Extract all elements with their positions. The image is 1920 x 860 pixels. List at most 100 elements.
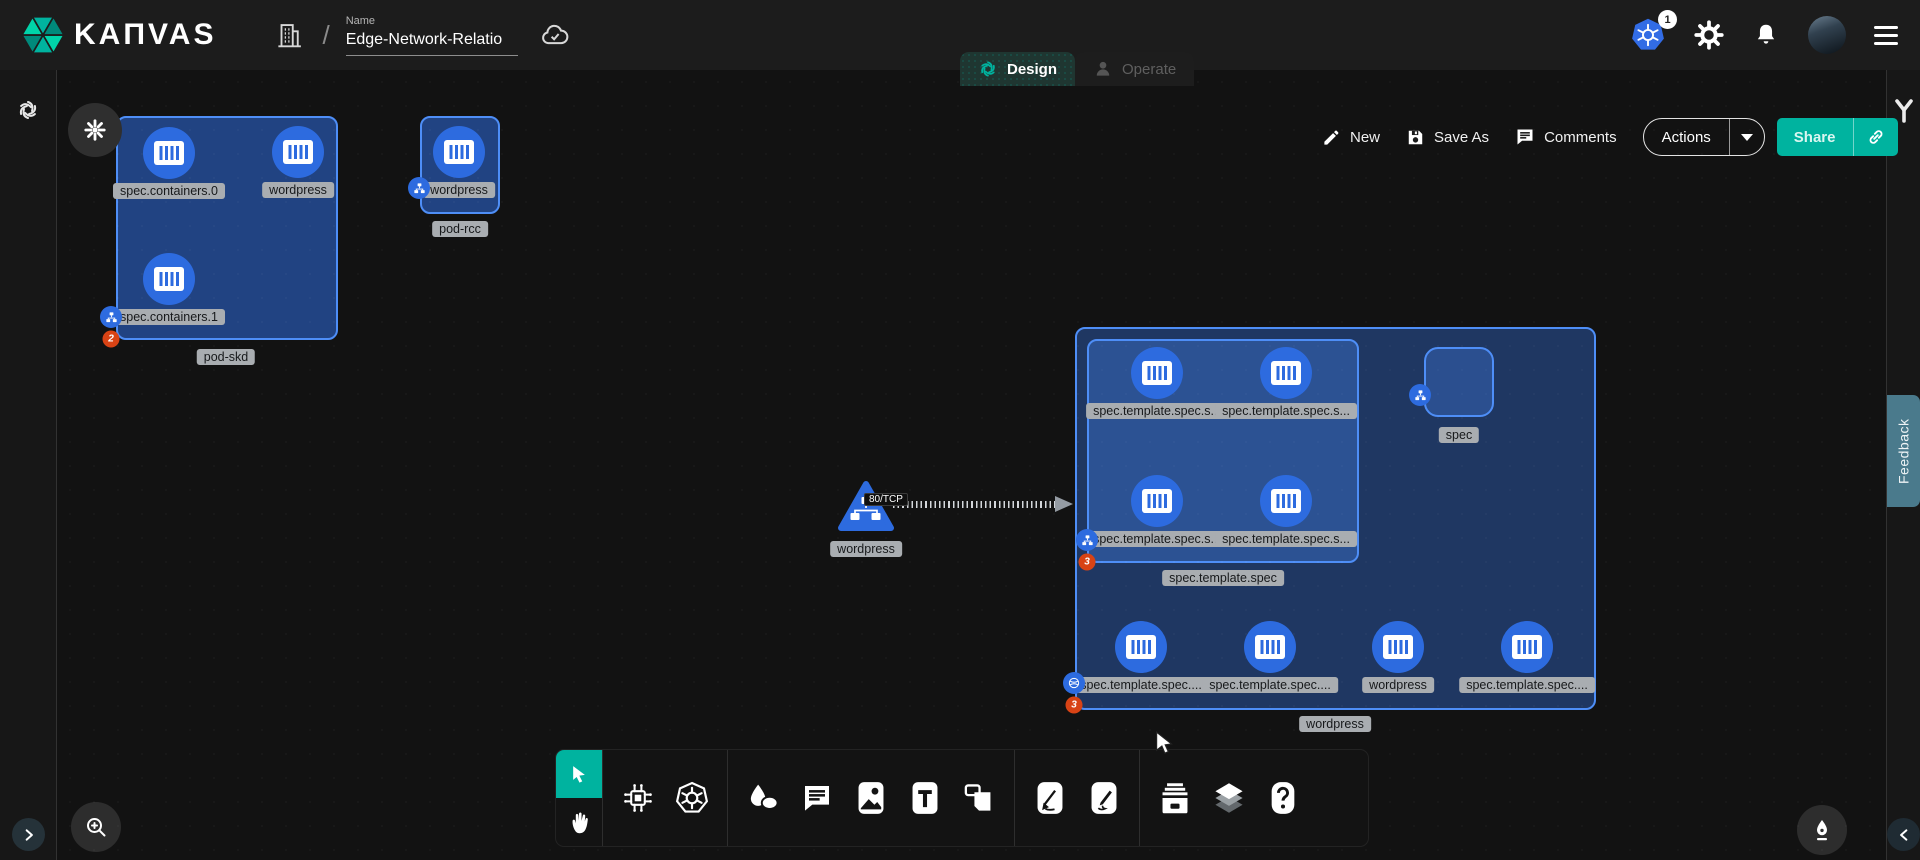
node-label: wordpress <box>423 182 495 198</box>
error-count-badge[interactable]: 3 <box>1066 697 1083 714</box>
container-node[interactable] <box>1501 621 1553 673</box>
error-count-badge[interactable]: 3 <box>1079 554 1096 571</box>
container-node[interactable] <box>1260 347 1312 399</box>
container-node[interactable] <box>1131 475 1183 527</box>
flower-icon <box>82 117 108 143</box>
drawer-tool-button[interactable] <box>1148 750 1202 846</box>
container-node[interactable] <box>143 127 195 179</box>
group-label: pod-skd <box>197 349 255 365</box>
save-as-button[interactable]: Save As <box>1406 128 1489 147</box>
container-node[interactable] <box>143 253 195 305</box>
service-node-label: wordpress <box>830 541 902 557</box>
tab-operate[interactable]: Operate <box>1075 52 1194 86</box>
layers-tool-button[interactable] <box>1202 750 1256 846</box>
design-pinwheel-icon <box>978 59 998 79</box>
container-icon <box>153 140 185 166</box>
notifications-bell-icon[interactable] <box>1752 21 1780 49</box>
save-as-button-label: Save As <box>1434 129 1489 146</box>
expand-left-panel-button[interactable] <box>12 818 45 851</box>
select-tool-button[interactable] <box>556 750 602 798</box>
canvas-toolbar <box>556 750 1368 846</box>
actions-dropdown-button[interactable] <box>1730 119 1764 155</box>
share-split-button[interactable]: Share <box>1777 118 1898 156</box>
image-icon <box>857 781 885 815</box>
freehand-draw-tool-button[interactable] <box>1077 750 1131 846</box>
design-name-block: Name <box>346 15 518 56</box>
service-node[interactable] <box>838 480 894 532</box>
comments-button[interactable]: Comments <box>1515 127 1617 147</box>
spec-node[interactable] <box>1424 347 1494 417</box>
network-badge[interactable] <box>1409 384 1431 406</box>
kubernetes-context-button[interactable]: 1 <box>1630 17 1666 53</box>
design-actions-bar: New Save As Comments Actions Share <box>1322 117 1898 157</box>
hand-icon <box>568 810 590 834</box>
question-icon <box>1270 781 1296 815</box>
comments-button-label: Comments <box>1544 129 1617 146</box>
node-label: spec.template.spec.... <box>1459 677 1595 693</box>
comment-bubble-icon <box>801 782 833 814</box>
note-icon <box>963 782 995 814</box>
kubernetes-tool-button[interactable] <box>665 750 719 846</box>
group-label: pod-rcc <box>432 221 488 237</box>
operate-person-icon <box>1093 59 1113 79</box>
dropdown-caret-icon <box>1741 134 1753 141</box>
tab-design-label: Design <box>1007 61 1057 78</box>
tab-design[interactable]: Design <box>960 52 1075 86</box>
left-rail <box>0 70 57 860</box>
user-avatar[interactable] <box>1808 16 1846 54</box>
save-icon <box>1406 128 1425 147</box>
replica-badge[interactable] <box>1063 672 1085 694</box>
components-tool-button[interactable] <box>611 750 665 846</box>
menu-hamburger-icon[interactable] <box>1874 26 1898 45</box>
actions-split-button[interactable]: Actions <box>1643 118 1765 156</box>
shapes-icon <box>746 782 780 814</box>
help-tool-button[interactable] <box>1256 750 1310 846</box>
container-node[interactable] <box>433 126 485 178</box>
comment-icon <box>1515 127 1535 147</box>
pan-tool-button[interactable] <box>556 798 602 846</box>
text-icon <box>911 781 939 815</box>
kanvas-spinner-icon[interactable] <box>16 98 40 122</box>
settings-gear-icon[interactable] <box>1694 20 1724 50</box>
organization-icon[interactable] <box>274 20 304 50</box>
network-badge[interactable] <box>1076 529 1098 551</box>
node-label: wordpress <box>1362 677 1434 693</box>
header-right-icons: 1 <box>1630 16 1898 54</box>
shapes-tool-button[interactable] <box>736 750 790 846</box>
annotate-pen-tool-button[interactable] <box>1023 750 1077 846</box>
chevron-right-icon <box>22 828 36 842</box>
service-edge[interactable] <box>893 501 1056 508</box>
container-node[interactable] <box>1244 621 1296 673</box>
actions-button-label[interactable]: Actions <box>1644 119 1729 155</box>
copy-link-button[interactable] <box>1854 118 1898 156</box>
group-label: spec.template.spec <box>1162 570 1284 586</box>
group-label: wordpress <box>1299 716 1371 732</box>
note-tool-button[interactable] <box>952 750 1006 846</box>
node-label: spec.template.spec.... <box>1202 677 1338 693</box>
node-label: wordpress <box>262 182 334 198</box>
container-node[interactable] <box>1115 621 1167 673</box>
error-count-badge[interactable]: 2 <box>103 331 120 348</box>
new-button[interactable]: New <box>1322 128 1380 147</box>
container-node[interactable] <box>1260 475 1312 527</box>
replica-sphere-icon <box>1067 676 1081 690</box>
collapse-right-panel-button[interactable] <box>1887 818 1920 851</box>
container-node[interactable] <box>272 126 324 178</box>
tab-operate-label: Operate <box>1122 61 1176 78</box>
text-tool-button[interactable] <box>898 750 952 846</box>
node-label: spec.template.spec.s... <box>1086 403 1228 419</box>
share-button-label[interactable]: Share <box>1777 118 1853 156</box>
network-badge[interactable] <box>100 306 122 328</box>
image-tool-button[interactable] <box>844 750 898 846</box>
chip-icon <box>621 781 655 815</box>
kanvas-logo[interactable]: KAΠVAS <box>22 14 216 56</box>
cluster-flower-node[interactable] <box>68 103 122 157</box>
container-node[interactable] <box>1131 347 1183 399</box>
feedback-tab[interactable]: Feedback <box>1887 395 1920 507</box>
design-name-input[interactable] <box>346 29 518 56</box>
network-badge[interactable] <box>408 177 430 199</box>
new-button-label: New <box>1350 129 1380 146</box>
chevron-left-icon <box>1897 828 1911 842</box>
container-node[interactable] <box>1372 621 1424 673</box>
comment-tool-button[interactable] <box>790 750 844 846</box>
